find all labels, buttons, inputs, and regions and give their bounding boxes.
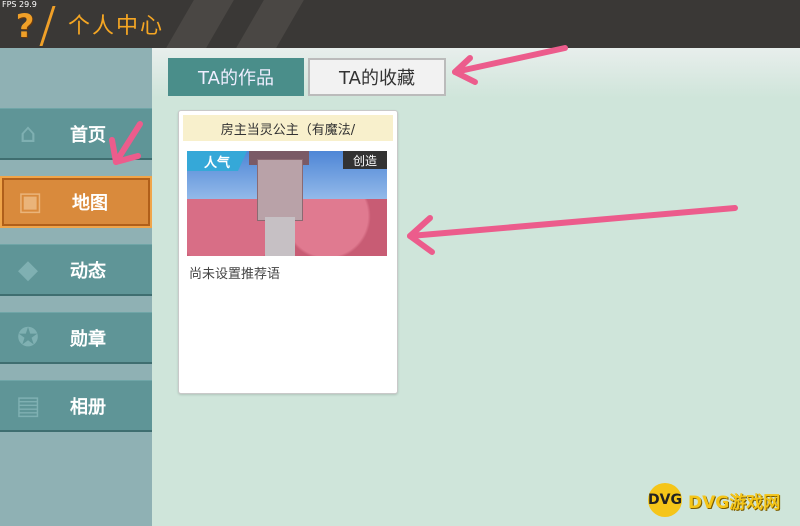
annotation-arrows	[109, 45, 738, 255]
arrow-to-map-card	[407, 205, 738, 239]
watermark-text: DVG游戏网	[688, 492, 781, 513]
site-watermark: DVG DVG游戏网	[648, 482, 800, 518]
watermark-logo-icon: DVG	[648, 483, 682, 517]
